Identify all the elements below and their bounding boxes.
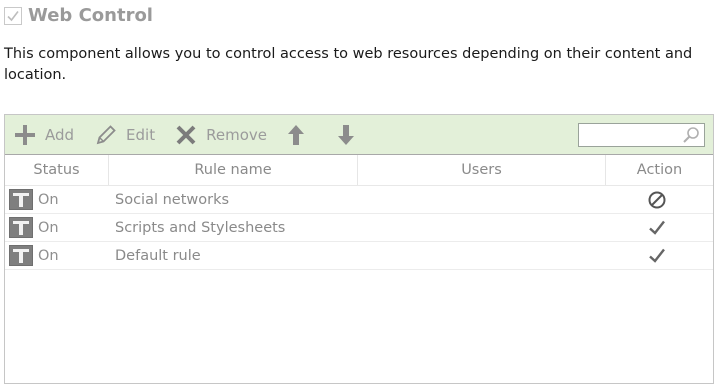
rule-name: Social networks <box>115 191 230 208</box>
toolbar: Add Edit Remove <box>5 115 713 155</box>
move-down-button[interactable] <box>336 115 356 155</box>
checkmark-icon <box>649 220 665 235</box>
status-cell: On <box>5 245 109 266</box>
block-icon <box>648 191 666 208</box>
checkmark-icon <box>7 10 19 21</box>
page-title: Web Control <box>28 5 153 26</box>
rule-name: Default rule <box>115 247 201 264</box>
checkmark-icon <box>649 248 665 263</box>
status-cell: On <box>5 189 109 210</box>
table-header: Status Rule name Users Action <box>5 155 713 186</box>
status-toggle[interactable] <box>9 189 33 210</box>
pencil-icon <box>96 124 116 144</box>
search-icon <box>683 127 699 143</box>
remove-button-label: Remove <box>206 125 267 144</box>
column-header-status[interactable]: Status <box>5 155 109 185</box>
remove-x-icon <box>176 125 196 144</box>
component-description: This component allows you to control acc… <box>4 46 693 83</box>
arrow-up-icon <box>287 124 304 145</box>
edit-button[interactable]: Edit <box>94 115 155 155</box>
add-button[interactable]: Add <box>13 115 74 155</box>
table-row[interactable]: On Social networks <box>5 186 713 214</box>
move-up-button[interactable] <box>286 115 306 155</box>
search-field[interactable] <box>578 123 705 147</box>
column-header-rule-name[interactable]: Rule name <box>109 155 358 185</box>
plus-icon <box>15 124 35 145</box>
table-row[interactable]: On Default rule <box>5 242 713 270</box>
status-text: On <box>38 247 59 264</box>
status-toggle[interactable] <box>9 245 33 266</box>
arrow-down-icon <box>337 124 354 145</box>
rule-name: Scripts and Stylesheets <box>115 219 286 236</box>
status-text: On <box>38 191 59 208</box>
remove-button[interactable]: Remove <box>174 115 267 155</box>
column-header-action[interactable]: Action <box>606 155 713 185</box>
component-header: Web Control <box>4 5 153 26</box>
action-cell[interactable] <box>602 190 712 210</box>
action-cell[interactable] <box>602 246 712 266</box>
status-text: On <box>38 219 59 236</box>
enable-checkbox[interactable] <box>4 6 22 25</box>
column-header-users[interactable]: Users <box>358 155 606 185</box>
action-cell[interactable] <box>602 218 712 238</box>
status-toggle[interactable] <box>9 217 33 238</box>
status-cell: On <box>5 217 109 238</box>
table-row[interactable]: On Scripts and Stylesheets <box>5 214 713 242</box>
edit-button-label: Edit <box>126 125 156 144</box>
rules-panel: Add Edit Remove Status Rule name Users A… <box>4 114 714 384</box>
add-button-label: Add <box>45 125 75 144</box>
